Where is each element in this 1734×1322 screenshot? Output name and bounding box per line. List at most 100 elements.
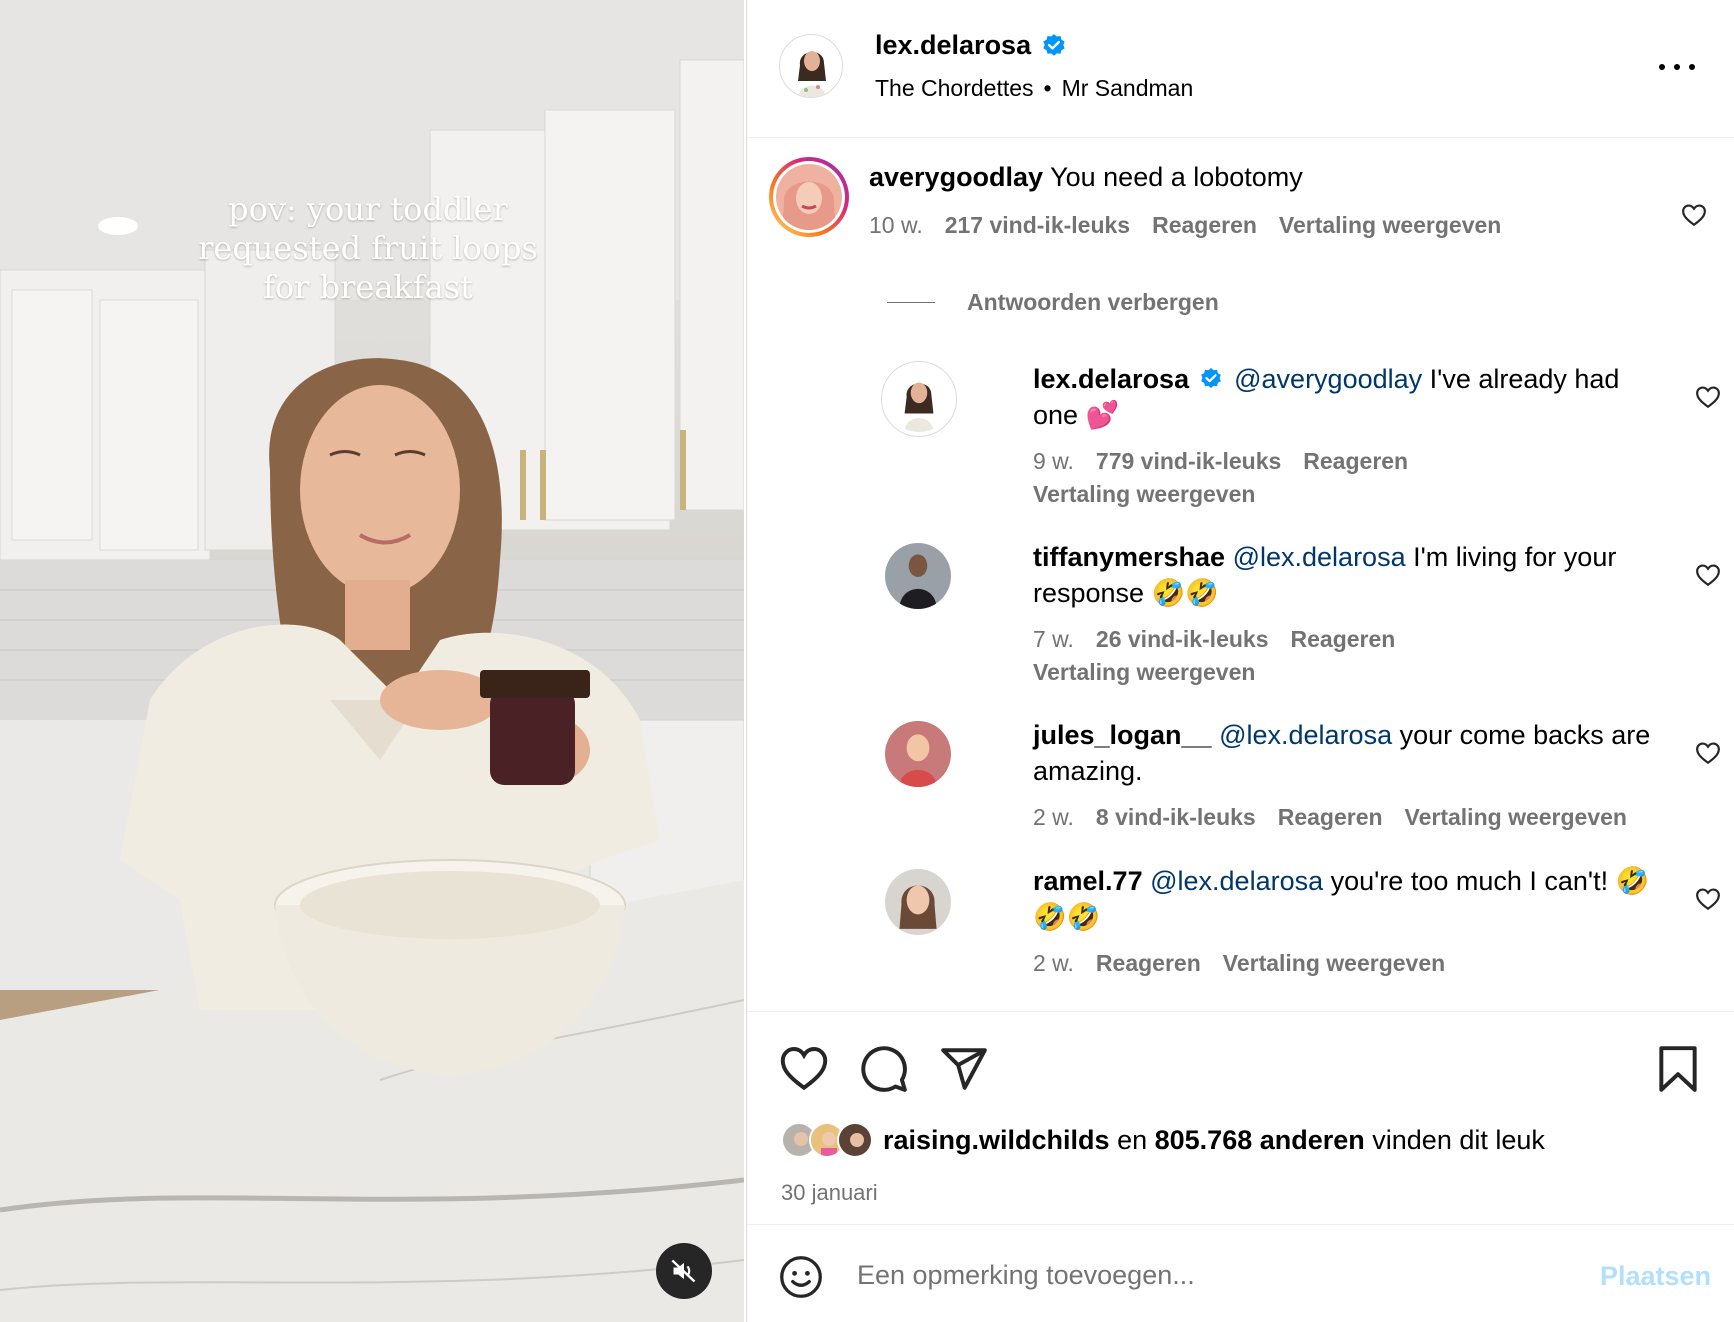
verified-badge-icon (1043, 33, 1065, 56)
comments-list[interactable]: averygoodlay You need a lobotomy 10 w. 21… (747, 139, 1734, 1011)
avatar-image (886, 366, 952, 432)
reply-likes[interactable]: 779 vind-ik-leuks (1096, 448, 1281, 474)
reply-time[interactable]: 2 w. (1033, 804, 1074, 830)
replies-divider-line (887, 302, 935, 303)
reply-meta: 2 w. 8 vind-ik-leuks Reageren Vertaling wee… (1033, 801, 1713, 834)
more-dot (1689, 64, 1695, 70)
avatar-image (885, 543, 951, 609)
hide-replies-button[interactable]: Antwoorden verbergen (887, 289, 1219, 316)
reply-item: jules_logan__ @lex.delarosa your come ba… (881, 717, 1720, 847)
reply-username[interactable]: lex.delarosa (1033, 364, 1189, 394)
post-header: lex.delarosa The Chordettes • Mr Sandman (747, 0, 1734, 138)
heart-icon[interactable] (779, 1044, 829, 1094)
comment-translate-button[interactable]: Vertaling weergeven (1279, 212, 1501, 238)
liked-by-username[interactable]: raising.wildchilds (883, 1125, 1110, 1156)
avatar[interactable] (779, 34, 843, 98)
avatar-image (780, 35, 842, 97)
reply-body: tiffanymershae @lex.delarosa I'm living … (1033, 539, 1673, 611)
reply-likes[interactable]: 8 vind-ik-leuks (1096, 804, 1256, 830)
comment-like-heart-icon[interactable] (1681, 203, 1707, 227)
avatar[interactable] (885, 721, 951, 787)
more-dot (1674, 64, 1680, 70)
speaker-muted-icon (671, 1259, 696, 1283)
comment-username[interactable]: averygoodlay (869, 162, 1043, 192)
reply-time[interactable]: 2 w. (1033, 950, 1074, 976)
reply-reply-button[interactable]: Reageren (1278, 804, 1383, 830)
reply-meta: 9 w. 779 vind-ik-leuks Reageren Vertaling w… (1033, 445, 1573, 511)
liked-by-avatars[interactable] (781, 1122, 873, 1158)
reply-username[interactable]: tiffanymershae (1033, 542, 1225, 572)
reply-translate-button[interactable]: Vertaling weergeven (1033, 481, 1255, 507)
reply-meta: 7 w. 26 vind-ik-leuks Reageren Vertaling we… (1033, 623, 1573, 689)
post-actions: raising.wildchilds en 805.768 anderen vi… (747, 1011, 1734, 1221)
comment-text: You need a lobotomy (1050, 162, 1303, 192)
reply-like-heart-icon[interactable] (1695, 887, 1721, 911)
reply-body: lex.delarosa @averygoodlay I've already … (1033, 361, 1633, 433)
reply-like-heart-icon[interactable] (1695, 741, 1721, 765)
more-horizontal-icon (1659, 64, 1665, 70)
liked-by-others-count[interactable]: 805.768 anderen (1155, 1125, 1365, 1156)
reply-username[interactable]: jules_logan__ (1033, 720, 1212, 750)
avatar (776, 164, 842, 230)
reply-time[interactable]: 7 w. (1033, 626, 1074, 652)
reply-item: ramel.77 @lex.delarosa you're too much I… (881, 863, 1720, 993)
reply-likes[interactable]: 26 vind-ik-leuks (1096, 626, 1269, 652)
avatar-image (885, 721, 951, 787)
reply-translate-button[interactable]: Vertaling weergeven (1405, 804, 1627, 830)
post-comment-button[interactable]: Plaatsen (1600, 1261, 1711, 1292)
avatar[interactable] (885, 543, 951, 609)
reply-item: lex.delarosa @averygoodlay I've already … (881, 361, 1720, 521)
more-options-button[interactable] (1659, 52, 1695, 82)
reply-reply-button[interactable]: Reageren (1303, 448, 1408, 474)
bookmark-icon[interactable] (1653, 1044, 1703, 1094)
reply-mention[interactable]: @averygoodlay (1234, 364, 1422, 394)
comment-bubble-icon[interactable] (859, 1044, 909, 1094)
avatar[interactable] (885, 869, 951, 935)
liked-by-suffix: vinden dit leuk (1372, 1124, 1545, 1155)
post-details-panel: lex.delarosa The Chordettes • Mr Sandman (746, 0, 1734, 1322)
avatar-image (839, 1124, 871, 1156)
comment-body: averygoodlay You need a lobotomy (869, 159, 1629, 195)
reply-translate-button[interactable]: Vertaling weergeven (1223, 950, 1445, 976)
avatar-story-ring[interactable] (769, 157, 849, 237)
comment-composer: Plaatsen (747, 1224, 1734, 1322)
audio-song: Mr Sandman (1061, 75, 1194, 101)
reply-reply-button[interactable]: Reageren (1096, 950, 1201, 976)
reply-body: jules_logan__ @lex.delarosa your come ba… (1033, 717, 1673, 789)
reply-username[interactable]: ramel.77 (1033, 866, 1143, 896)
reply-reply-button[interactable]: Reageren (1291, 626, 1396, 652)
comment-reply-button[interactable]: Reageren (1152, 212, 1257, 238)
liked-by-summary: raising.wildchilds en 805.768 anderen vi… (781, 1122, 1545, 1158)
audio-artist: The Chordettes (875, 75, 1034, 101)
video-player[interactable]: pov: your toddler requested fruit loops … (0, 0, 744, 1322)
hide-replies-label: Antwoorden verbergen (967, 289, 1219, 315)
comment-input[interactable] (857, 1247, 1497, 1303)
reply-body: ramel.77 @lex.delarosa you're too much I… (1033, 863, 1673, 935)
reply-translate-button[interactable]: Vertaling weergeven (1033, 659, 1255, 685)
reply-mention[interactable]: @lex.delarosa (1150, 866, 1323, 896)
reply-like-heart-icon[interactable] (1695, 563, 1721, 587)
mute-button[interactable] (656, 1243, 712, 1299)
avatar[interactable] (881, 361, 957, 437)
liked-by-connector: en (1117, 1124, 1148, 1155)
smiley-icon[interactable] (779, 1255, 823, 1299)
reply-time[interactable]: 9 w. (1033, 448, 1074, 474)
post-author: lex.delarosa (875, 30, 1067, 61)
comment-time[interactable]: 10 w. (869, 212, 923, 238)
post-date[interactable]: 30 januari (781, 1180, 878, 1206)
avatar-image (885, 869, 951, 935)
avatar (837, 1122, 873, 1158)
verified-badge-icon (1200, 368, 1221, 388)
comment-meta: 10 w. 217 vind-ik-leuks Reageren Vertaling … (869, 209, 1649, 242)
audio-attribution[interactable]: The Chordettes • Mr Sandman (875, 75, 1193, 102)
reply-meta: 2 w. Reageren Vertaling weergeven (1033, 947, 1713, 980)
author-username[interactable]: lex.delarosa (875, 30, 1031, 61)
reply-mention[interactable]: @lex.delarosa (1233, 542, 1406, 572)
reply-like-heart-icon[interactable] (1695, 385, 1721, 409)
video-caption-overlay: pov: your toddler requested fruit loops … (198, 190, 538, 306)
paper-plane-icon[interactable] (939, 1044, 989, 1094)
reply-mention[interactable]: @lex.delarosa (1219, 720, 1392, 750)
comment-likes[interactable]: 217 vind-ik-leuks (945, 212, 1130, 238)
reply-item: tiffanymershae @lex.delarosa I'm living … (881, 539, 1720, 699)
comment-item: averygoodlay You need a lobotomy 10 w. 21… (769, 157, 1709, 257)
